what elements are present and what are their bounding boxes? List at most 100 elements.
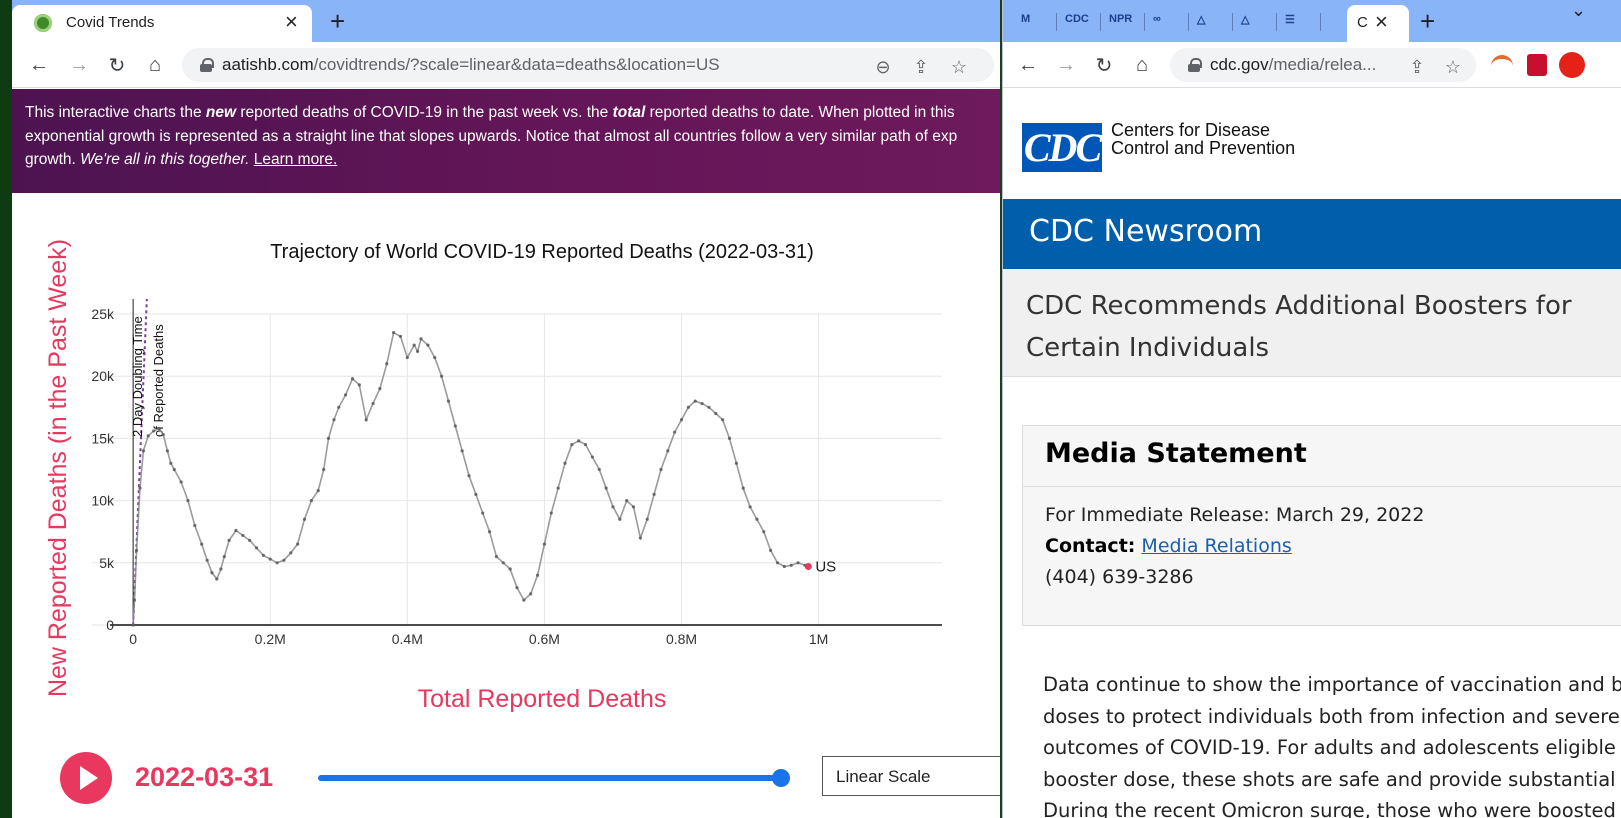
cdc-org-name[interactable]: Centers for Disease Control and Preventi…	[1111, 121, 1295, 157]
reload-icon[interactable]: ↻	[102, 50, 132, 80]
address-bar[interactable]: cdc.gov/media/relea... ⇪ ☆	[1170, 48, 1476, 82]
series-point	[789, 563, 793, 567]
series-point	[398, 334, 403, 338]
star-icon[interactable]: ☆	[948, 56, 970, 78]
newsroom-banner[interactable]: CDC Newsroom	[1003, 199, 1621, 269]
series-point	[364, 418, 368, 422]
series-point	[508, 567, 512, 571]
release-date: For Immediate Release: March 29, 2022	[1045, 504, 1425, 526]
y-tick-label: 25k	[91, 306, 115, 322]
chart-grid	[92, 313, 942, 626]
series-point	[261, 553, 265, 557]
series-point	[289, 551, 293, 555]
doubling-label-line-1: 2 Day Doubling Time	[130, 316, 145, 437]
learn-more-link[interactable]: Learn more.	[254, 151, 338, 168]
series-point	[337, 405, 341, 409]
series-point	[460, 449, 464, 453]
url-host: cdc.gov	[1210, 55, 1269, 74]
series-point	[254, 546, 259, 550]
zoom-icon[interactable]: ⊖	[872, 56, 894, 78]
series-point	[542, 542, 547, 546]
series-point	[157, 426, 161, 431]
play-button[interactable]	[60, 752, 112, 804]
forward-icon[interactable]: →	[64, 50, 94, 80]
x-tick-label: 0.4M	[392, 631, 423, 647]
body-line: During the recent Omicron surge, those w…	[1043, 799, 1616, 818]
x-tick-label: 0.6M	[529, 631, 560, 647]
address-bar[interactable]: aatishb.com/covidtrends/?scale=linear&da…	[182, 48, 994, 82]
pinned-tab[interactable]: ∞	[1153, 13, 1189, 31]
pinned-tab[interactable]: CDC	[1065, 13, 1101, 31]
series-point	[241, 533, 245, 538]
series-point	[433, 355, 437, 360]
headline-box: CDC Recommends Additional Boosters for C…	[1003, 269, 1621, 377]
chevron-down-icon[interactable]: ⌄	[1571, 0, 1586, 21]
back-icon[interactable]: ←	[24, 50, 54, 80]
series-point	[659, 467, 663, 472]
share-icon[interactable]: ⇪	[1406, 56, 1428, 78]
scale-select[interactable]: Linear Scale	[822, 756, 1000, 796]
pinned-tab[interactable]: △	[1197, 13, 1233, 31]
series-point	[439, 374, 444, 378]
lock-icon	[1188, 58, 1202, 72]
reload-icon[interactable]: ↻	[1089, 50, 1119, 80]
banner-text: growth.	[25, 151, 81, 168]
series-point	[645, 517, 649, 521]
new-tab-icon[interactable]: +	[330, 6, 345, 37]
extension-video-icon[interactable]	[1559, 52, 1585, 78]
cdc-window: M CDC NPR ∞ △ △ ☰ C × + ⌄ ← → ↻ ⌂ cdc.gov/medi…	[1002, 0, 1621, 818]
series-point	[563, 461, 567, 465]
date-slider-track[interactable]	[318, 775, 781, 781]
banner-line-1: This interactive charts the new reported…	[25, 101, 1000, 125]
share-icon[interactable]: ⇪	[910, 56, 932, 78]
series-point	[522, 598, 526, 602]
banner-text: reported deaths to date. When plotted in…	[645, 104, 955, 121]
star-icon[interactable]: ☆	[1442, 56, 1464, 78]
close-tab-icon[interactable]: ×	[1375, 9, 1388, 35]
series-point	[248, 538, 252, 543]
series-point	[316, 489, 320, 493]
pinned-tab[interactable]: ☰	[1285, 13, 1321, 31]
series-point	[210, 571, 214, 575]
url-host: aatishb.com	[222, 55, 314, 74]
home-icon[interactable]: ⌂	[140, 50, 170, 80]
cdc-logo[interactable]: CDC	[1022, 123, 1102, 172]
y-tick-label: 0	[106, 617, 114, 633]
extension-arc-icon[interactable]	[1491, 55, 1513, 69]
pinned-tab[interactable]: M	[1021, 13, 1057, 31]
close-tab-icon[interactable]: ×	[285, 9, 298, 35]
series-point	[796, 561, 800, 565]
home-icon[interactable]: ⌂	[1127, 50, 1157, 80]
series-point	[326, 436, 331, 440]
chart-ticks: 0 0.2M 0.4M 0.6M 0.8M 1M 0 5k 10k 15k 20k 25k	[91, 306, 828, 647]
series-point	[234, 528, 238, 533]
series-point	[714, 411, 718, 416]
headline-line-1: CDC Recommends Additional Boosters for	[1026, 291, 1572, 321]
pinned-tab[interactable]: NPR	[1109, 13, 1145, 31]
series-point	[583, 443, 588, 447]
tab-covid-trends[interactable]: Covid Trends ×	[12, 5, 312, 42]
browser-toolbar: ← → ↻ ⌂ cdc.gov/media/relea... ⇪ ☆	[1003, 42, 1621, 88]
series-point	[419, 337, 423, 341]
series-point	[222, 554, 226, 559]
extension-shield-icon[interactable]	[1527, 54, 1547, 76]
pinned-tab[interactable]: △	[1241, 13, 1277, 31]
x-tick-label: 0	[129, 631, 137, 647]
series-point	[165, 449, 170, 453]
series-point	[666, 449, 670, 453]
series-point	[597, 467, 601, 472]
media-relations-link[interactable]: Media Relations	[1141, 535, 1291, 557]
back-icon[interactable]: ←	[1013, 50, 1043, 80]
forward-icon[interactable]: →	[1051, 50, 1081, 80]
series-point	[467, 474, 471, 478]
trajectory-chart[interactable]: 0 0.2M 0.4M 0.6M 0.8M 1M 0 5k 10k 15k 20k 25k 2 Day…	[12, 193, 1000, 749]
chart-title: Trajectory of World COVID-19 Reported De…	[270, 241, 814, 263]
series-point	[487, 530, 492, 534]
series-point	[186, 499, 190, 503]
series-point	[282, 558, 286, 562]
tab-cdc-active[interactable]: C ×	[1347, 5, 1409, 42]
series-point	[152, 429, 156, 433]
tab-strip: Covid Trends × +	[12, 0, 1000, 42]
date-slider-thumb[interactable]	[772, 769, 790, 787]
new-tab-icon[interactable]: +	[1420, 6, 1435, 37]
